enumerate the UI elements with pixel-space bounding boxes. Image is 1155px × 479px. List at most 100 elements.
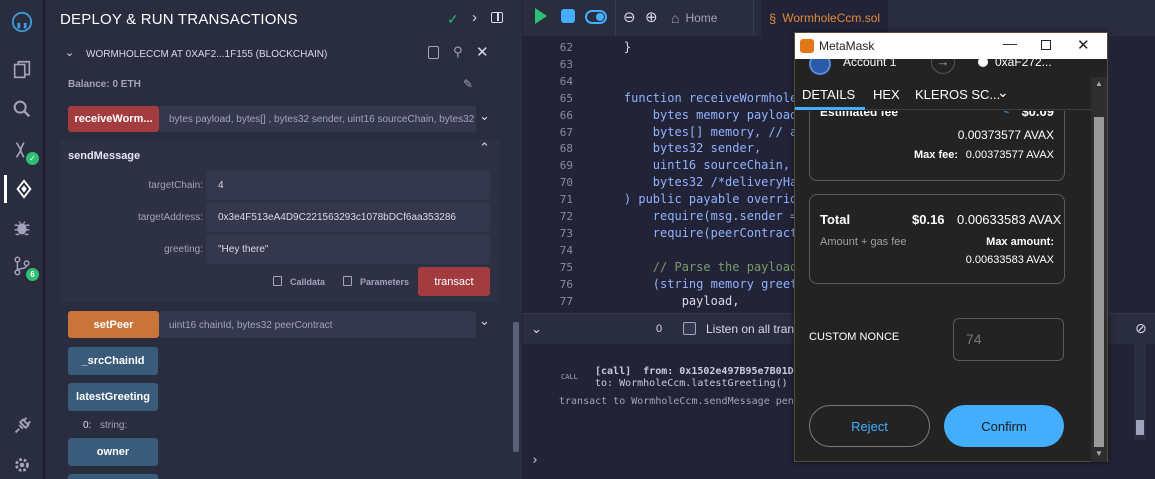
scroll-up-icon[interactable]: ▲ bbox=[1095, 79, 1103, 88]
line-number: 76 bbox=[559, 277, 573, 291]
line-number: 74 bbox=[559, 243, 573, 257]
panel-toggle-icon[interactable] bbox=[491, 12, 503, 23]
maximize-icon[interactable] bbox=[1041, 40, 1051, 50]
terminal-prompt[interactable]: › bbox=[531, 453, 539, 468]
remix-logo-icon[interactable] bbox=[8, 8, 36, 36]
clear-console-icon[interactable]: ⊘ bbox=[1135, 320, 1147, 337]
chevron-right-icon[interactable]: › bbox=[472, 9, 477, 26]
greeting-label: greeting: bbox=[164, 244, 203, 255]
tab-kleros[interactable]: KLEROS SC... bbox=[915, 87, 1000, 102]
zoom-in-icon[interactable]: ⊕ bbox=[645, 8, 658, 26]
tab-home[interactable]: ⌂ Home bbox=[671, 6, 717, 30]
minimap[interactable] bbox=[1108, 36, 1155, 313]
metamask-close-icon[interactable]: ✕ bbox=[1077, 36, 1090, 54]
account-avatar bbox=[809, 59, 831, 75]
search-icon[interactable] bbox=[8, 95, 36, 123]
chevron-down-icon[interactable]: ⌄ bbox=[65, 46, 74, 59]
solidity-compiler-icon[interactable]: ✓ bbox=[8, 136, 39, 165]
metamask-fox-icon bbox=[800, 39, 814, 53]
receive-wormhole-button[interactable]: receiveWorm... bbox=[68, 106, 159, 132]
panel-scrollbar[interactable] bbox=[512, 32, 520, 479]
panel-scroll-thumb[interactable] bbox=[513, 322, 519, 452]
tab-more-chevron-icon[interactable]: ⌄ bbox=[997, 84, 1009, 101]
collapse-chevron-icon[interactable]: ⌃ bbox=[479, 140, 490, 156]
reject-button[interactable]: Reject bbox=[809, 405, 930, 447]
robot-icon[interactable] bbox=[561, 9, 575, 23]
code-line: bytes32 /*deliveryHa bbox=[595, 175, 798, 190]
result-index: 0: bbox=[83, 420, 92, 431]
line-number: 67 bbox=[559, 125, 573, 139]
listen-checkbox[interactable] bbox=[683, 322, 696, 335]
metamask-titlebar: MetaMask — ✕ bbox=[795, 33, 1107, 59]
debugger-icon[interactable] bbox=[8, 214, 36, 242]
run-icon[interactable] bbox=[535, 8, 547, 24]
greeting-input[interactable]: "Hey there" bbox=[206, 234, 490, 264]
terminal-scroll-thumb[interactable] bbox=[1136, 420, 1144, 435]
target-chain-input[interactable]: 4 bbox=[206, 170, 490, 200]
solidity-file-icon: § bbox=[769, 10, 777, 26]
total-card: Total $0.16 0.00633583 AVAX Amount + gas… bbox=[809, 194, 1065, 284]
terminal-scrollbar[interactable] bbox=[1134, 340, 1146, 440]
metamask-tabs: DETAILS HEX KLEROS SC... ⌄ bbox=[795, 77, 1107, 110]
owner-button[interactable]: owner bbox=[68, 438, 158, 466]
code-line: require(msg.sender == bbox=[595, 209, 805, 223]
home-icon: ⌂ bbox=[671, 10, 680, 26]
next-function-button[interactable] bbox=[68, 474, 158, 479]
line-number: 62 bbox=[559, 41, 573, 54]
line-number: 69 bbox=[559, 159, 573, 173]
line-number: 63 bbox=[559, 57, 573, 71]
set-peer-args[interactable]: uint16 chainId, bytes32 peerContract bbox=[159, 311, 476, 338]
tab-wormhole-ccm[interactable]: § WormholeCcm.sol bbox=[761, 0, 889, 36]
zoom-out-icon[interactable]: ⊖ bbox=[623, 8, 636, 26]
line-number: 64 bbox=[559, 74, 573, 88]
line-number: 65 bbox=[559, 91, 573, 105]
edit-icon[interactable]: ✎ bbox=[463, 77, 473, 91]
expand-chevron-icon[interactable]: ⌄ bbox=[479, 108, 490, 124]
code-line: } bbox=[595, 40, 632, 54]
src-chain-id-button[interactable]: _srcChainId bbox=[68, 347, 158, 375]
copy-icon[interactable] bbox=[428, 46, 439, 59]
max-fee-label: Max fee: bbox=[914, 149, 959, 161]
receive-wormhole-args[interactable]: bytes payload, bytes[] , bytes32 sender,… bbox=[159, 106, 476, 132]
deploy-run-panel: DEPLOY & RUN TRANSACTIONS ✓ › ⌄ WORMHOLE… bbox=[45, 0, 522, 479]
metamask-scrollbar[interactable]: ▲ ▼ bbox=[1091, 77, 1107, 462]
set-peer-chevron-icon[interactable]: ⌄ bbox=[479, 313, 490, 329]
custom-nonce-input[interactable]: 74 bbox=[953, 318, 1064, 361]
collapse-terminal-icon[interactable]: ⌄ bbox=[531, 321, 542, 337]
calldata-copy-icon[interactable] bbox=[273, 276, 282, 286]
pending-count: 0 bbox=[656, 323, 663, 335]
call-line-1: [call] from: 0x1502e497B95e7B01D1 bbox=[595, 366, 800, 377]
parameters-button[interactable]: Parameters bbox=[360, 277, 409, 287]
line-number: 77 bbox=[559, 294, 573, 308]
latest-greeting-button[interactable]: latestGreeting bbox=[68, 383, 158, 411]
target-address-input[interactable]: 0x3e4F513eA4D9C221563293c1078bDCf6aa3532… bbox=[206, 202, 490, 232]
transact-button[interactable]: transact bbox=[418, 267, 490, 296]
settings-icon[interactable] bbox=[8, 451, 36, 479]
tab-details[interactable]: DETAILS bbox=[802, 87, 855, 102]
code-line: // Parse the payload bbox=[595, 259, 798, 274]
line-number: 70 bbox=[559, 176, 573, 190]
receive-wormhole-signature: bytes payload, bytes[] , bytes32 sender,… bbox=[169, 114, 475, 125]
metamask-scroll-thumb[interactable] bbox=[1094, 117, 1104, 447]
code-line: ) public payable override bbox=[595, 192, 805, 207]
confirm-button[interactable]: Confirm bbox=[944, 405, 1064, 447]
contract-instance-title[interactable]: WORMHOLECCM AT 0XAF2...1F155 (BLOCKCHAIN… bbox=[86, 49, 327, 60]
edit-fee-icon[interactable]: ✎ bbox=[1000, 111, 1010, 117]
tab-hex[interactable]: HEX bbox=[873, 87, 900, 102]
panel-title: DEPLOY & RUN TRANSACTIONS bbox=[60, 11, 298, 28]
code-line: bytes32 sender, bbox=[595, 141, 762, 156]
plugin-icon[interactable] bbox=[8, 412, 36, 440]
tab-home-label: Home bbox=[685, 11, 718, 25]
close-icon[interactable]: ✕ bbox=[476, 43, 489, 61]
account-row: Account 1 → 0xaF272... bbox=[795, 59, 1107, 77]
minimize-icon[interactable]: — bbox=[1003, 35, 1017, 51]
parameters-copy-icon[interactable] bbox=[343, 276, 352, 286]
toggle-icon[interactable] bbox=[585, 10, 607, 24]
set-peer-button[interactable]: setPeer bbox=[68, 311, 159, 338]
calldata-button[interactable]: Calldata bbox=[290, 277, 325, 287]
scroll-down-icon[interactable]: ▼ bbox=[1095, 449, 1103, 458]
pin-icon[interactable]: ⚲ bbox=[453, 44, 463, 60]
file-explorer-icon[interactable] bbox=[8, 56, 36, 84]
git-icon[interactable]: 6 bbox=[8, 252, 39, 281]
deploy-run-icon[interactable] bbox=[4, 175, 40, 203]
